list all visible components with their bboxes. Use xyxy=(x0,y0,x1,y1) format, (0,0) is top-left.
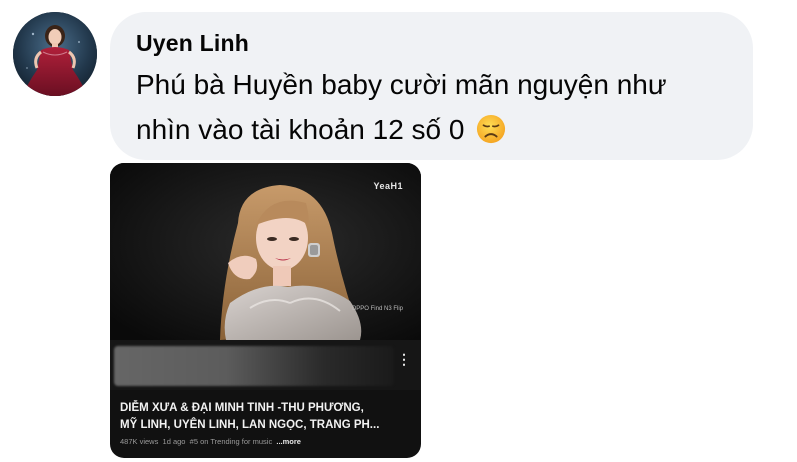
comment-thread: Uyen Linh Phú bà Huyền baby cười mãn ngu… xyxy=(0,0,797,462)
disappointed-face-icon xyxy=(477,114,506,143)
more-link[interactable]: ...more xyxy=(276,437,301,446)
blurred-region xyxy=(110,340,421,390)
comment-text-line-2-text: nhìn vào tài khoản 12 số 0 xyxy=(136,114,465,145)
shared-video-card[interactable]: YeaH1 OPPO Find N3 Flip ⋮ DIỄM XƯA & ĐẠI… xyxy=(110,163,421,458)
comment-bubble: Uyen Linh Phú bà Huyền baby cười mãn ngu… xyxy=(110,12,753,160)
kebab-menu-icon[interactable]: ⋮ xyxy=(397,352,411,366)
avatar-image xyxy=(13,12,97,96)
comment-text-line-1: Phú bà Huyền baby cười mãn nguyện như xyxy=(136,69,667,100)
comment-author[interactable]: Uyen Linh xyxy=(136,30,249,57)
video-age: 1d ago xyxy=(162,437,186,446)
avatar[interactable] xyxy=(13,12,97,96)
video-views: 487K views xyxy=(120,437,159,446)
video-title-line-1: DIỄM XƯA & ĐẠI MINH TINH -THU PHƯƠNG, xyxy=(120,402,364,414)
video-title-line-2: MỸ LINH, UYÊN LINH, LAN NGỌC, TRANG PH..… xyxy=(120,419,380,431)
video-meta: 487K views 1d ago #5 on Trending for mus… xyxy=(120,437,301,446)
channel-brand-logo: YeaH1 xyxy=(373,181,403,191)
blurred-overlay xyxy=(114,346,394,386)
comment-text-line-2: nhìn vào tài khoản 12 số 0 xyxy=(136,107,736,152)
comment-text: Phú bà Huyền baby cười mãn nguyện như nh… xyxy=(136,62,736,152)
video-trending: #5 on Trending for music xyxy=(189,437,273,446)
video-title[interactable]: DIỄM XƯA & ĐẠI MINH TINH -THU PHƯƠNG, MỸ… xyxy=(120,400,416,434)
camera-watermark: OPPO Find N3 Flip xyxy=(351,306,403,312)
